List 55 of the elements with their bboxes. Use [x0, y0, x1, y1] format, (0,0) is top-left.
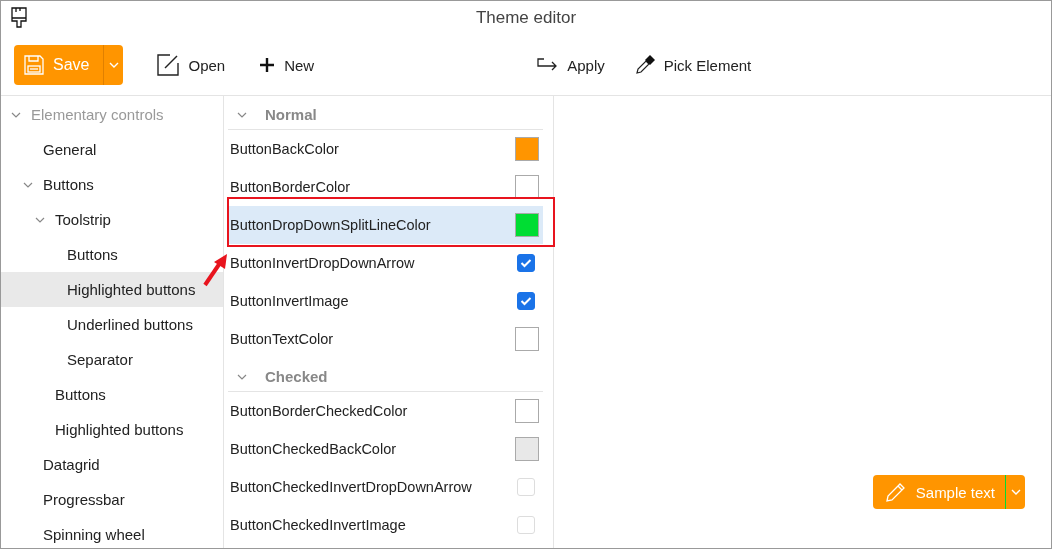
- color-swatch[interactable]: [515, 399, 539, 423]
- group-header: Checked: [265, 368, 328, 385]
- pick-element-button[interactable]: Pick Element: [634, 55, 752, 75]
- property-row[interactable]: ButtonTextColor: [228, 320, 543, 358]
- paintbrush-icon: [11, 7, 27, 29]
- checkbox[interactable]: [517, 292, 535, 310]
- tree-item[interactable]: Buttons: [1, 377, 223, 412]
- tree-item[interactable]: Separator: [1, 342, 223, 377]
- return-arrow-icon: [536, 57, 559, 73]
- tree-item[interactable]: Highlighted buttons: [1, 412, 223, 447]
- color-swatch[interactable]: [515, 137, 539, 161]
- checkbox[interactable]: [517, 254, 535, 272]
- color-swatch[interactable]: [515, 437, 539, 461]
- color-swatch[interactable]: [515, 175, 539, 199]
- window-title: Theme editor: [475, 8, 577, 28]
- open-button[interactable]: Open: [157, 54, 226, 76]
- property-row[interactable]: ButtonDropDownSplitLineColor: [228, 206, 543, 244]
- chevron-down-icon: [1010, 489, 1021, 495]
- sample-dropdown-button[interactable]: [1005, 475, 1025, 509]
- apply-button[interactable]: Apply: [536, 56, 605, 74]
- tree-item[interactable]: Highlighted buttons: [1, 272, 223, 307]
- tree-item[interactable]: Buttons: [1, 167, 223, 202]
- color-swatch[interactable]: [515, 327, 539, 351]
- chevron-down-icon[interactable]: [35, 216, 45, 223]
- new-button[interactable]: New: [259, 56, 315, 74]
- chevron-down-icon[interactable]: [237, 374, 247, 380]
- annotation-arrow: [203, 253, 229, 287]
- group-header: Normal: [265, 106, 317, 123]
- chevron-down-icon[interactable]: [11, 111, 21, 118]
- save-dropdown-button[interactable]: [103, 45, 124, 85]
- property-row[interactable]: ButtonBorderCheckedColor: [228, 392, 543, 430]
- property-row[interactable]: ButtonCheckedInvertDropDownArrow: [228, 468, 543, 506]
- tree-item[interactable]: Underlined buttons: [1, 307, 223, 342]
- property-row[interactable]: ButtonBackColor: [228, 130, 543, 168]
- eyedropper-icon: [634, 55, 655, 75]
- tree-item[interactable]: Datagrid: [1, 447, 223, 482]
- chevron-down-icon: [108, 62, 119, 68]
- property-row[interactable]: ButtonCheckedInvertImage: [228, 506, 543, 544]
- checkmark-icon: [520, 258, 532, 268]
- checkmark-icon: [520, 296, 532, 306]
- chevron-down-icon[interactable]: [237, 112, 247, 118]
- property-row[interactable]: ButtonInvertImage: [228, 282, 543, 320]
- property-row[interactable]: ButtonBorderColor: [228, 168, 543, 206]
- chevron-down-icon[interactable]: [23, 181, 33, 188]
- tree-item[interactable]: Buttons: [1, 237, 223, 272]
- tree-item[interactable]: General: [1, 132, 223, 167]
- tree-item[interactable]: Progressbar: [1, 482, 223, 517]
- tree-item[interactable]: Toolstrip: [1, 202, 223, 237]
- property-row[interactable]: ButtonInvertDropDownArrow: [228, 244, 543, 282]
- color-swatch[interactable]: [515, 213, 539, 237]
- plus-icon: [259, 57, 276, 73]
- tree-item[interactable]: Spinning wheel: [1, 517, 223, 548]
- property-row[interactable]: ButtonCheckedBackColor: [228, 430, 543, 468]
- pencil-icon: [884, 481, 907, 503]
- external-link-icon: [157, 54, 180, 76]
